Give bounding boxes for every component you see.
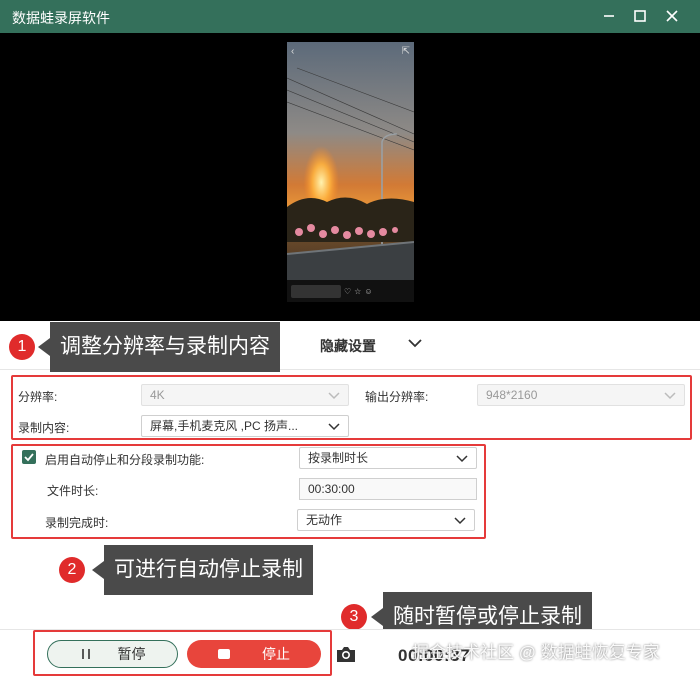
auto-stop-mode-select[interactable]: 按录制时长 xyxy=(299,447,477,469)
stop-button[interactable]: 停止 xyxy=(187,640,321,668)
chevron-down-icon xyxy=(664,392,676,400)
phone-screen-preview: ‹ ⇱ ♡ ☆ ☺ xyxy=(287,42,414,302)
record-content-value: 屏幕,手机麦克风 ,PC 扬声... xyxy=(150,419,299,433)
annotation-badge-3: 3 xyxy=(341,604,367,630)
recording-preview: ‹ ⇱ ♡ ☆ ☺ xyxy=(0,33,700,321)
phone-top-bar: ‹ ⇱ xyxy=(287,42,414,60)
comment-icon: ☺ xyxy=(364,286,373,296)
auto-stop-label: 启用自动停止和分段录制功能: xyxy=(45,453,205,467)
annotation-callout-2: 可进行自动停止录制 xyxy=(92,545,313,595)
annotation-callout-1: 调整分辨率与录制内容 xyxy=(38,322,280,372)
back-icon: ‹ xyxy=(291,45,295,57)
stop-label: 停止 xyxy=(262,646,290,662)
stop-icon xyxy=(218,649,230,659)
chevron-down-icon xyxy=(454,517,466,525)
phone-comment-bar: ♡ ☆ ☺ xyxy=(287,280,414,302)
output-resolution-select[interactable]: 948*2160 xyxy=(477,384,685,406)
chevron-down-icon xyxy=(328,423,340,431)
watermark-text: 掘金技术社区 @ 数据蛙恢复专家 xyxy=(412,643,660,662)
record-content-select[interactable]: 屏幕,手机麦克风 ,PC 扬声... xyxy=(141,415,349,437)
pause-label: 暂停 xyxy=(117,646,146,662)
on-complete-value: 无动作 xyxy=(306,513,343,527)
output-resolution-value: 948*2160 xyxy=(486,388,538,402)
star-icon: ☆ xyxy=(354,286,362,296)
window-title: 数据蛙录屏软件 xyxy=(12,10,110,26)
chevron-down-icon[interactable] xyxy=(406,334,424,352)
record-content-label: 录制内容: xyxy=(18,421,70,435)
minimize-icon[interactable] xyxy=(595,4,623,28)
pause-button[interactable]: 暂停 xyxy=(47,640,178,668)
auto-stop-checkbox[interactable] xyxy=(22,450,36,464)
auto-stop-mode-value: 按录制时长 xyxy=(308,451,369,465)
output-resolution-label: 输出分辨率: xyxy=(365,390,429,404)
annotation-badge-1: 1 xyxy=(9,334,35,360)
resolution-select[interactable]: 4K xyxy=(141,384,349,406)
close-icon[interactable] xyxy=(658,4,686,28)
chevron-down-icon xyxy=(456,455,468,463)
sunset-video-image xyxy=(287,42,414,302)
annotation-badge-2: 2 xyxy=(59,557,85,583)
heart-icon: ♡ xyxy=(344,286,352,296)
pause-icon xyxy=(81,649,90,659)
file-duration-label: 文件时长: xyxy=(47,484,99,498)
resolution-label: 分辨率: xyxy=(18,390,58,404)
chevron-down-icon xyxy=(328,392,340,400)
hide-settings-toggle[interactable]: 隐藏设置 xyxy=(320,336,376,356)
on-complete-label: 录制完成时: xyxy=(45,516,109,530)
on-complete-select[interactable]: 无动作 xyxy=(297,509,475,531)
maximize-icon[interactable] xyxy=(626,4,654,28)
file-duration-input[interactable]: 00:30:00 xyxy=(299,478,477,500)
camera-icon[interactable] xyxy=(335,644,357,664)
resolution-value: 4K xyxy=(150,388,165,402)
phone-comment-input xyxy=(291,284,341,298)
share-icon: ⇱ xyxy=(401,45,410,57)
title-bar: 数据蛙录屏软件 xyxy=(0,0,700,33)
checkmark-icon xyxy=(24,453,34,462)
